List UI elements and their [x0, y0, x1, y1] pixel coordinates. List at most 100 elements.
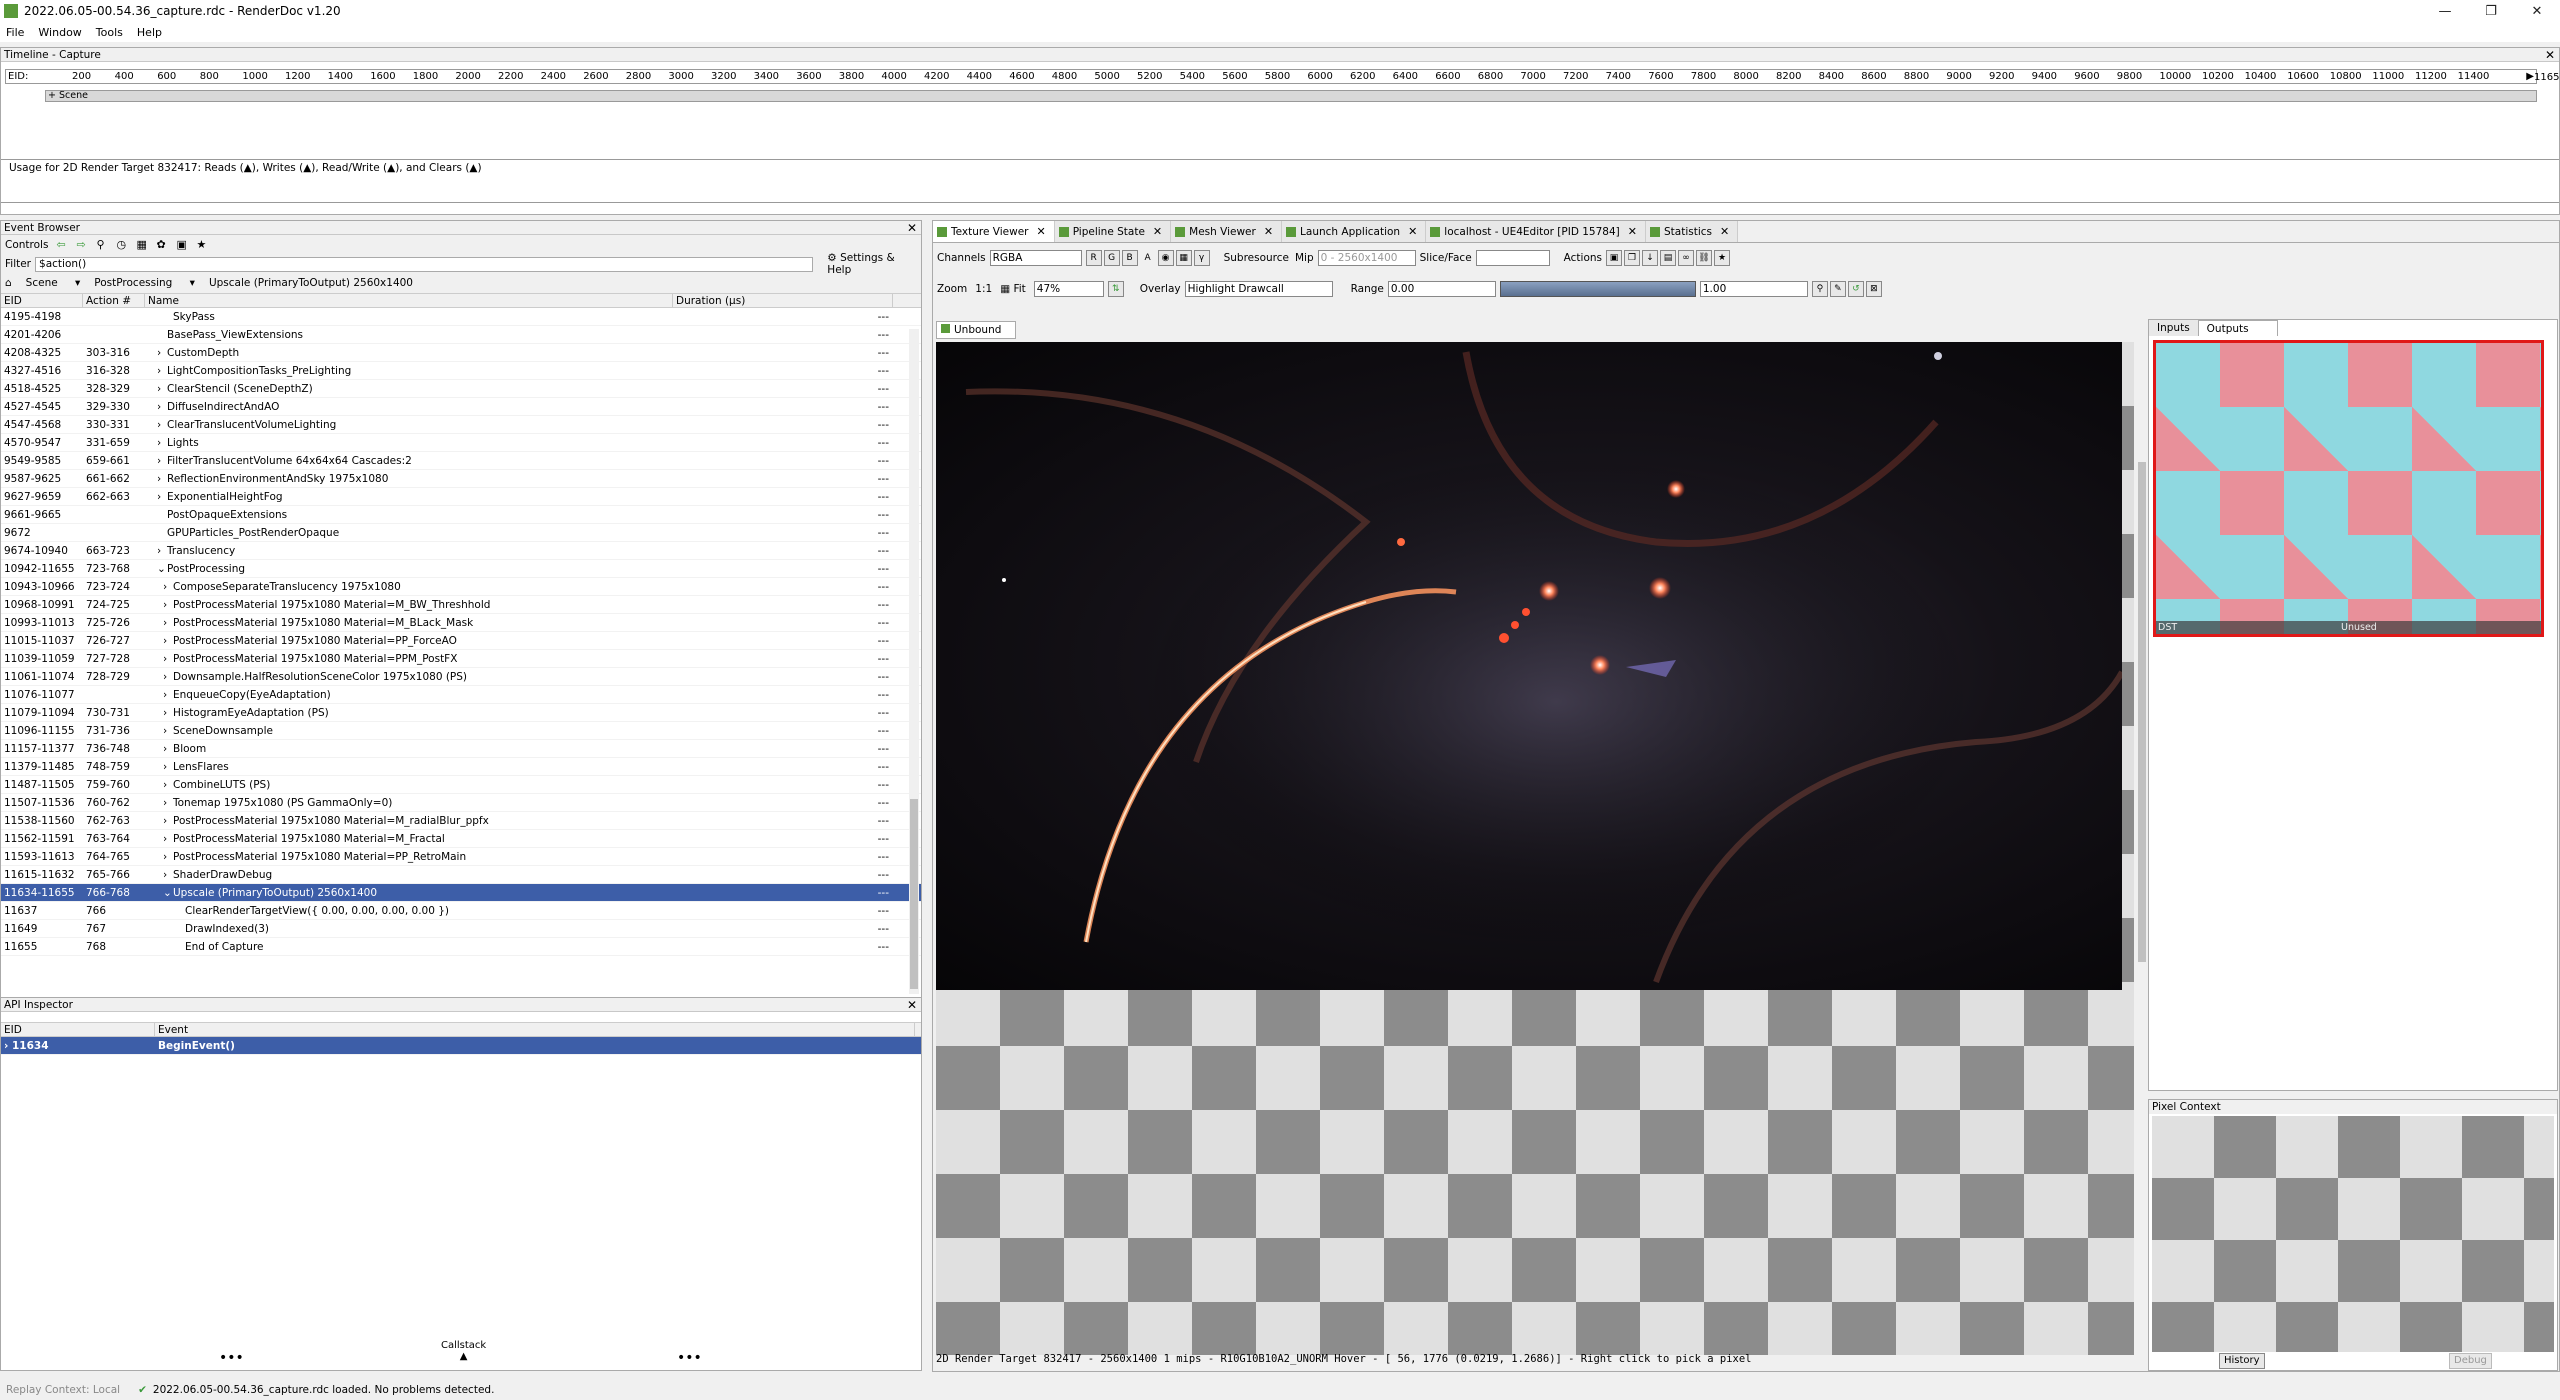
col-name[interactable]: Name	[145, 294, 673, 307]
close-window-button[interactable]: ✕	[2514, 0, 2560, 22]
range-max-input[interactable]: 1.00	[1699, 280, 1808, 297]
expand-icon[interactable]: ⌄	[157, 560, 167, 577]
more-icon[interactable]: •••	[677, 1350, 702, 1366]
close-icon[interactable]: ✕	[907, 221, 917, 235]
event-row[interactable]: 11655 768 End of Capture ---	[1, 938, 921, 956]
home-icon[interactable]: ⌂	[5, 277, 12, 289]
texture-preview-image[interactable]	[936, 342, 2122, 990]
link-icon[interactable]: ⛓	[1696, 249, 1713, 266]
slice-select[interactable]	[1475, 249, 1550, 266]
expand-icon[interactable]: ›	[163, 578, 173, 595]
expand-icon[interactable]: ›	[163, 776, 173, 793]
close-icon[interactable]: ✕	[907, 998, 917, 1012]
chevron-right-icon[interactable]: ›	[4, 1040, 12, 1052]
event-row[interactable]: 11157-11377 736-748 › Bloom ---	[1, 740, 921, 758]
expand-icon[interactable]: ›	[163, 848, 173, 865]
breadcrumb-upscale[interactable]: Upscale (PrimaryToOutput) 2560x1400	[209, 277, 413, 289]
history-button[interactable]: History	[2219, 1353, 2265, 1369]
event-row[interactable]: 4208-4325 303-316 › CustomDepth ---	[1, 344, 921, 362]
unbound-tab[interactable]: Unbound	[936, 321, 1016, 339]
minimize-button[interactable]: —	[2422, 0, 2468, 22]
event-row[interactable]: 11634-11655 766-768 ⌄Upscale (PrimaryToOut…	[1, 884, 921, 902]
output-thumbnail[interactable]: DST Unused	[2153, 340, 2544, 637]
timeline-ruler[interactable]: EID: ▶ 11655 200 400 600 800 1000 1200 1400 160…	[5, 69, 2560, 84]
tab-mesh-viewer[interactable]: Mesh Viewer ✕	[1171, 221, 1283, 242]
copy-icon[interactable]: ❐	[1624, 249, 1641, 266]
more-icon[interactable]: •••	[219, 1350, 244, 1366]
expand-icon[interactable]: ›	[157, 542, 167, 559]
event-row[interactable]: 4527-4545 329-330 › DiffuseIndirectAndAO ---	[1, 398, 921, 416]
event-row[interactable]: 11562-11591 763-764 › PostProcessMaterial 1…	[1, 830, 921, 848]
event-row[interactable]: 4518-4525 328-329 › ClearStencil (SceneDept…	[1, 380, 921, 398]
expand-icon[interactable]: ›	[163, 812, 173, 829]
event-row[interactable]: 9674-10940 663-723 › Translucency ---	[1, 542, 921, 560]
channel-a-toggle[interactable]: A	[1140, 250, 1156, 266]
event-row[interactable]: 11039-11059 727-728 › PostProcessMaterial 1…	[1, 650, 921, 668]
outputs-tab[interactable]: Outputs	[2197, 320, 2278, 336]
find-icon[interactable]: ⚲	[96, 238, 110, 252]
close-icon[interactable]: ✕	[1720, 225, 1729, 238]
event-row[interactable]: 10943-10966 723-724 › ComposeSeparateTransl…	[1, 578, 921, 596]
event-row[interactable]: 11096-11155 731-736 › SceneDownsample ---	[1, 722, 921, 740]
close-icon[interactable]: ✕	[1628, 225, 1637, 238]
inputs-tab[interactable]: Inputs	[2149, 320, 2198, 336]
event-row[interactable]: 4570-9547 331-659 › Lights ---	[1, 434, 921, 452]
col-action[interactable]: Action #	[83, 294, 145, 307]
channels-select[interactable]: RGBA	[989, 249, 1082, 266]
api-event-row[interactable]: › 11634 BeginEvent()	[1, 1037, 921, 1055]
tab-launch-application[interactable]: Launch Application ✕	[1282, 221, 1427, 242]
channel-r-toggle[interactable]: R	[1085, 249, 1102, 266]
expand-icon[interactable]: ›	[157, 362, 167, 379]
event-row[interactable]: 11487-11505 759-760 › CombineLUTS (PS) ---	[1, 776, 921, 794]
event-row[interactable]: 4547-4568 330-331 › ClearTranslucentVolumeL…	[1, 416, 921, 434]
channel-b-toggle[interactable]: B	[1121, 249, 1138, 266]
timer-icon[interactable]: ◷	[116, 238, 130, 252]
expand-icon[interactable]: ›	[157, 380, 167, 397]
expand-icon[interactable]: ›	[157, 398, 167, 415]
event-row[interactable]: 10993-11013 725-726 › PostProcessMaterial 1…	[1, 614, 921, 632]
save-texture-icon[interactable]: ▣	[1606, 249, 1623, 266]
auto-fit-icon[interactable]: ✎	[1829, 280, 1846, 297]
expand-icon[interactable]: ›	[157, 452, 167, 469]
expand-icon[interactable]: ›	[157, 344, 167, 361]
expand-icon[interactable]: ›	[163, 722, 173, 739]
debug-button[interactable]: Debug	[2449, 1353, 2492, 1369]
back-arrow-icon[interactable]: ⇦	[56, 238, 70, 252]
reset-range-icon[interactable]: ↺	[1847, 280, 1864, 297]
close-icon[interactable]: ✕	[1264, 225, 1273, 238]
zoom-select[interactable]: 47%	[1033, 280, 1104, 297]
col-eid[interactable]: EID	[1, 294, 83, 307]
export-icon[interactable]: ★	[1714, 249, 1731, 266]
event-row[interactable]: 11507-11536 760-762 › Tonemap 1975x1080 (PS…	[1, 794, 921, 812]
expand-icon[interactable]: ›	[157, 416, 167, 433]
colorize-icon[interactable]: ✿	[156, 238, 170, 252]
range-min-input[interactable]: 0.00	[1387, 280, 1496, 297]
viewport-vscroll[interactable]	[2137, 342, 2147, 1342]
range-slider[interactable]	[1499, 280, 1696, 297]
expand-icon[interactable]: ›	[157, 488, 167, 505]
goto-icon[interactable]: ↓	[1642, 249, 1659, 266]
menu-window[interactable]: Window	[38, 26, 81, 39]
gamma-icon[interactable]: γ	[1193, 249, 1210, 266]
col-eid[interactable]: EID	[1, 1023, 155, 1036]
tab-statistics[interactable]: Statistics ✕	[1645, 221, 1739, 242]
tab-pipeline-state[interactable]: Pipeline State ✕	[1054, 221, 1172, 242]
expand-icon[interactable]: ›	[163, 794, 173, 811]
event-row[interactable]: 4201-4206 BasePass_ViewExtensions ---	[1, 326, 921, 344]
zoom-1to1-button[interactable]: 1:1	[975, 283, 992, 295]
event-row[interactable]: 10968-10991 724-725 › PostProcessMaterial 1…	[1, 596, 921, 614]
tab-texture-viewer[interactable]: Texture Viewer ✕	[933, 221, 1055, 242]
checker-icon[interactable]: ▦	[1175, 249, 1192, 266]
event-row[interactable]: 11637 766 ClearRenderTargetView({ 0.00, 0.…	[1, 902, 921, 920]
breadcrumb-postprocessing[interactable]: PostProcessing ▾	[94, 277, 195, 289]
event-row[interactable]: 11015-11037 726-727 › PostProcessMaterial 1…	[1, 632, 921, 650]
flip-icon[interactable]: ⇅	[1107, 280, 1124, 297]
pixel-context-view[interactable]	[2152, 1116, 2554, 1352]
event-row[interactable]: 11061-11074 728-729 › Downsample.HalfResolu…	[1, 668, 921, 686]
open-icon[interactable]: ▤	[1660, 249, 1677, 266]
settings-help-button[interactable]: ⚙ Settings & Help	[827, 252, 921, 276]
overlay-select[interactable]: Highlight Drawcall	[1184, 280, 1333, 297]
binoculars-icon[interactable]: ∞	[1678, 249, 1695, 266]
event-row[interactable]: 9672 GPUParticles_PostRenderOpaque ---	[1, 524, 921, 542]
event-list-scrollbar[interactable]	[909, 329, 919, 994]
